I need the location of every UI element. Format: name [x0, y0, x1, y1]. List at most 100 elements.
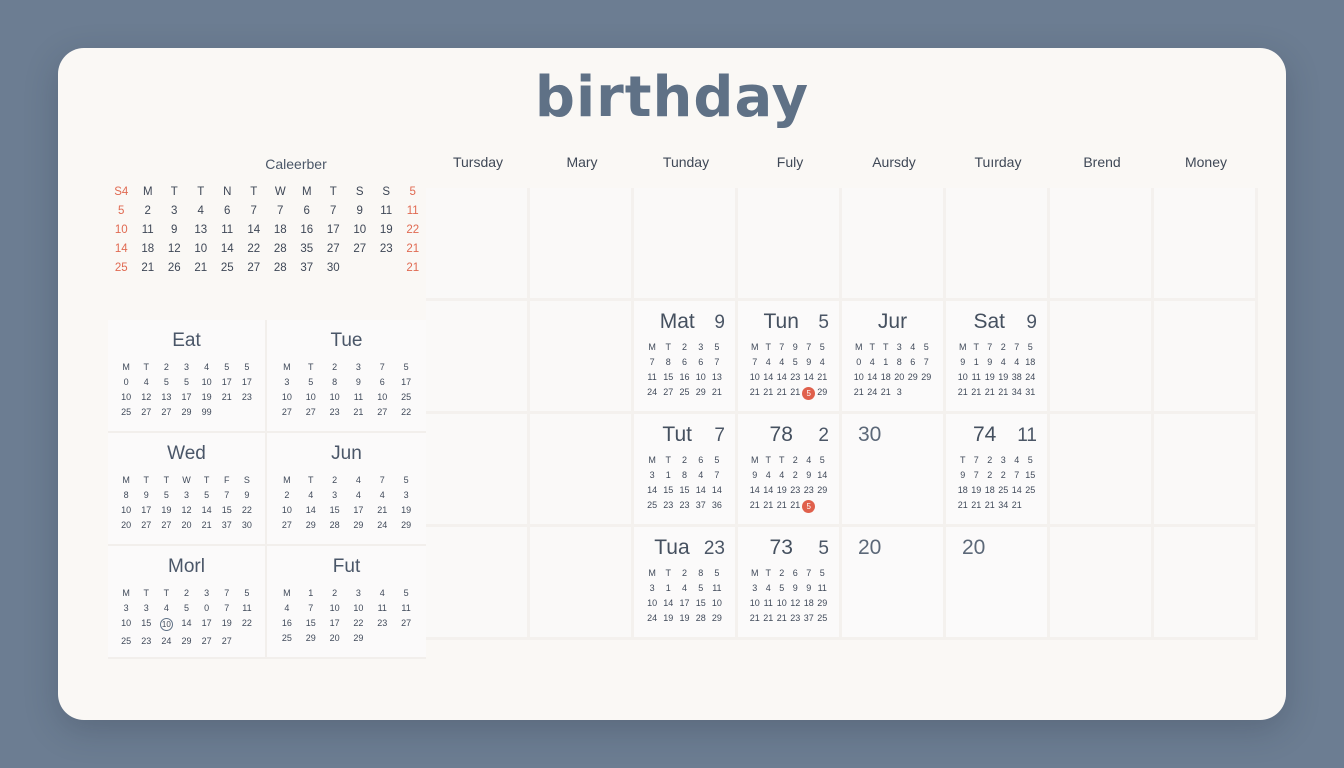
day-cell-day[interactable]: 24: [644, 387, 660, 397]
day-cell-day[interactable]: 25: [997, 485, 1011, 495]
mini-month-card-day[interactable]: 10: [323, 392, 347, 402]
day-cell[interactable]: 20: [842, 527, 946, 640]
day-cell-day[interactable]: 4: [997, 357, 1011, 367]
mini-month-card-day[interactable]: 99: [197, 407, 217, 417]
day-cell-day[interactable]: 5: [693, 583, 709, 593]
mini-month-card-day[interactable]: 17: [176, 392, 196, 402]
day-cell-day[interactable]: 3: [644, 470, 660, 480]
mini-month-card-day[interactable]: 7: [217, 603, 237, 613]
day-cell[interactable]: 20: [946, 527, 1050, 640]
mini-month-card-day[interactable]: 10: [197, 377, 217, 387]
day-cell[interactable]: Sat 9 M T 7 2 7 5 9 1 9 4 4 18 10 11 19 19 38 24 21 21 21 21 34 3…: [946, 301, 1050, 414]
day-cell-day[interactable]: 15: [693, 598, 709, 608]
mini-month-card-day[interactable]: 25: [116, 407, 136, 417]
day-cell-day[interactable]: 21: [789, 500, 803, 513]
day-cell-day[interactable]: 3: [748, 583, 762, 593]
mini-calendar-day[interactable]: 27: [320, 243, 347, 255]
mini-calendar-day[interactable]: 9: [347, 205, 374, 217]
mini-month-card-day[interactable]: 29: [347, 520, 371, 530]
mini-month-card-day[interactable]: 5: [299, 377, 323, 387]
mini-month-card-day[interactable]: 27: [394, 618, 418, 628]
mini-month-card-day[interactable]: 20: [116, 520, 136, 530]
mini-month-card-day[interactable]: 17: [347, 505, 371, 515]
mini-month-card-day[interactable]: 11: [347, 392, 371, 402]
mini-month-card-day[interactable]: 17: [136, 505, 156, 515]
mini-calendar-day[interactable]: 3: [161, 205, 188, 217]
mini-month-card-day[interactable]: 3: [394, 490, 418, 500]
day-cell-day[interactable]: 24: [1024, 372, 1038, 382]
day-cell-day[interactable]: 34: [1010, 387, 1024, 397]
mini-month-card-day[interactable]: 5: [156, 490, 176, 500]
day-cell-day[interactable]: 10: [775, 598, 789, 608]
mini-calendar-day[interactable]: 19: [373, 224, 400, 236]
mini-calendar-day[interactable]: 4: [188, 205, 215, 217]
day-cell-day[interactable]: 10: [748, 372, 762, 382]
mini-month-card-days[interactable]: M T 2 3 7 5 3 5 8 9 6 17 10 10 10 11 10 25 27 27 23 21 27 22: [275, 362, 418, 417]
mini-month-card-day[interactable]: 25: [394, 392, 418, 402]
day-cell-day[interactable]: 1: [660, 470, 676, 480]
day-cell-day[interactable]: 8: [660, 357, 676, 367]
mini-month-card-day[interactable]: 22: [347, 618, 371, 628]
mini-month-card-day[interactable]: 5: [176, 377, 196, 387]
mini-month-card-day[interactable]: 13: [156, 392, 176, 402]
day-cell-day[interactable]: 34: [997, 500, 1011, 510]
mini-calendar-day[interactable]: 21: [400, 243, 427, 255]
day-cell-day[interactable]: 29: [920, 372, 934, 382]
day-cell-day[interactable]: 11: [644, 372, 660, 382]
mini-month-card-day[interactable]: 22: [237, 505, 257, 515]
mini-month-card-day[interactable]: 27: [275, 520, 299, 530]
day-cell-empty[interactable]: [426, 414, 530, 527]
mini-month-card-days[interactable]: M T T W T F S 8 9 5 3 5 7 9 10 17 19 12 14 15 22 20 27 27 20 21 37…: [116, 475, 257, 530]
day-cell-days[interactable]: M T 7 2 7 5 9 1 9 4 4 18 10 11 19 19 38 24 21 21 21 21 34 31: [956, 342, 1037, 397]
mini-month-card-day[interactable]: 4: [156, 603, 176, 613]
mini-calendar-day[interactable]: 26: [161, 262, 188, 274]
mini-calendar-day[interactable]: 17: [320, 224, 347, 236]
day-cell-day[interactable]: 13: [709, 372, 725, 382]
day-cell-day[interactable]: 8: [893, 357, 907, 367]
day-cell-days[interactable]: M T 2 8 5 3 1 4 5 11 10 14 17 15 10 24 19 19 28 29: [644, 568, 725, 623]
day-cell-day[interactable]: 21: [762, 500, 776, 513]
day-cell-day[interactable]: 21: [852, 387, 866, 397]
day-cell-day[interactable]: 14: [762, 372, 776, 382]
day-cell-day[interactable]: 10: [644, 598, 660, 608]
day-cell-day[interactable]: 21: [775, 613, 789, 623]
mini-month-card[interactable]: Tue M T 2 3 7 5 3 5 8 9 6 17 10 10 10 11 10 25 27 27 23 21 27 22: [267, 320, 426, 433]
mini-month-card-day[interactable]: 17: [323, 618, 347, 628]
mini-month-card-day[interactable]: 11: [394, 603, 418, 613]
mini-calendar-day[interactable]: 25: [214, 262, 241, 274]
mini-month-card-day[interactable]: 10: [323, 603, 347, 613]
day-cell[interactable]: Tua 23 M T 2 8 5 3 1 4 5 11 10 14 17 15 10 24 19 19 28 29: [634, 527, 738, 640]
day-cell-day[interactable]: 14: [709, 485, 725, 495]
mini-month-card-day[interactable]: 23: [237, 392, 257, 402]
mini-month-card-day[interactable]: 22: [394, 407, 418, 417]
day-cell-empty[interactable]: [1050, 301, 1154, 414]
day-cell-day[interactable]: 23: [789, 613, 803, 623]
day-cell-day[interactable]: 9: [956, 470, 970, 480]
mini-month-card-day[interactable]: 21: [217, 392, 237, 402]
mini-month-card-day[interactable]: 20: [176, 520, 196, 530]
mini-month-card-day[interactable]: 14: [197, 505, 217, 515]
mini-month-card-day[interactable]: 17: [217, 377, 237, 387]
day-cell-day[interactable]: 7: [709, 357, 725, 367]
mini-month-card-day[interactable]: 3: [176, 490, 196, 500]
day-cell[interactable]: Mat 9 M T 2 3 5 7 8 6 6 7 11 15 16 10 13 24 27 25 29 21: [634, 301, 738, 414]
mini-month-card-day[interactable]: 8: [323, 377, 347, 387]
day-cell-day[interactable]: 10: [748, 598, 762, 608]
mini-month-card[interactable]: Morl M T T 2 3 7 5 3 3 4 5 0 7 11 10 15 10 14 17 19 22 25 23 24 2…: [108, 546, 267, 659]
day-cell-day[interactable]: 21: [956, 387, 970, 397]
day-cell-empty[interactable]: [1050, 414, 1154, 527]
day-cell-day[interactable]: 23: [789, 372, 803, 382]
day-cell-day[interactable]: 9: [748, 470, 762, 480]
day-cell-day[interactable]: 10: [693, 372, 709, 382]
day-cell-day[interactable]: 21: [789, 387, 803, 400]
mini-calendar-day[interactable]: 22: [400, 224, 427, 236]
mini-calendar-day[interactable]: 14: [214, 243, 241, 255]
day-cell-day[interactable]: 20: [893, 372, 907, 382]
day-cell-day[interactable]: 25: [644, 500, 660, 510]
day-cell-days[interactable]: M T 2 6 5 3 1 8 4 7 14 15 15 14 14 25 23 23 37 36: [644, 455, 725, 510]
mini-calendar-day[interactable]: 6: [214, 205, 241, 217]
mini-month-card-days[interactable]: M 1 2 3 4 5 4 7 10 10 11 11 16 15 17 22 23 27 25 29 20 29: [275, 588, 418, 643]
mini-month-card[interactable]: Eat M T 2 3 4 5 5 0 4 5 5 10 17 17 10 12 13 17 19 21 23 25 27 27…: [108, 320, 267, 433]
mini-calendar-day[interactable]: 14: [241, 224, 268, 236]
mini-month-card-day[interactable]: 10: [116, 618, 136, 631]
